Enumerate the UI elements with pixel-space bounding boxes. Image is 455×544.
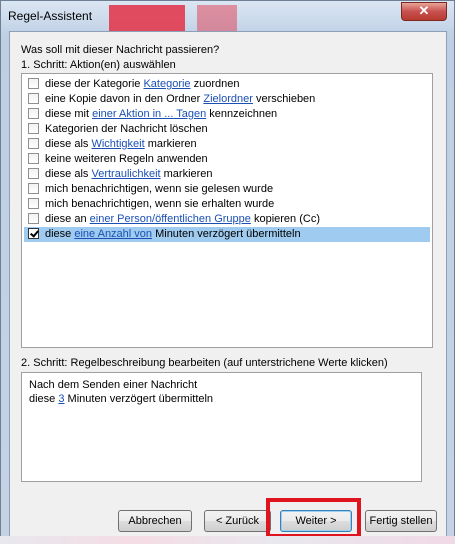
action-label: diese eine Anzahl von Minuten verzögert … — [45, 228, 301, 240]
action-row[interactable]: diese als Wichtigkeit markieren — [24, 137, 430, 152]
action-text: mich benachrichtigen, wenn sie erhalten … — [45, 198, 275, 210]
window-title: Regel-Assistent — [8, 9, 93, 23]
action-checkbox[interactable] — [28, 78, 39, 89]
action-label: mich benachrichtigen, wenn sie gelesen w… — [45, 183, 273, 195]
action-checkbox[interactable] — [28, 123, 39, 134]
action-label: diese als Wichtigkeit markieren — [45, 138, 197, 150]
description-line-1: Nach dem Senden einer Nachricht — [29, 379, 198, 391]
action-checkbox[interactable] — [28, 153, 39, 164]
action-text: markieren — [160, 168, 213, 180]
action-row[interactable]: mich benachrichtigen, wenn sie gelesen w… — [24, 182, 430, 197]
background-window-fragment — [0, 536, 455, 544]
close-icon[interactable]: ✕ — [401, 2, 447, 21]
description-text: Minuten verzögert übermitteln — [64, 393, 214, 405]
action-value-link[interactable]: Zielordner — [203, 93, 253, 105]
action-row[interactable]: diese als Vertraulichkeit markieren — [24, 167, 430, 182]
action-label: eine Kopie davon in den Ordner Zielordne… — [45, 93, 315, 105]
action-row[interactable]: diese eine Anzahl von Minuten verzögert … — [24, 227, 430, 242]
action-text: diese als — [45, 138, 92, 150]
action-text: diese der Kategorie — [45, 78, 144, 90]
action-checkbox[interactable] — [28, 228, 39, 239]
action-text: markieren — [144, 138, 197, 150]
action-text: mich benachrichtigen, wenn sie gelesen w… — [45, 183, 274, 195]
background-window-fragment — [197, 5, 237, 31]
action-text: keine weiteren Regeln anwenden — [45, 153, 208, 165]
action-label: diese mit einer Aktion in ... Tagen kenn… — [45, 108, 277, 120]
action-row[interactable]: diese der Kategorie Kategorie zuordnen — [24, 77, 430, 92]
action-text: zuordnen — [190, 78, 240, 90]
action-label: diese der Kategorie Kategorie zuordnen — [45, 78, 239, 90]
action-checkbox[interactable] — [28, 168, 39, 179]
action-text: Minuten verzögert übermitteln — [152, 228, 301, 240]
action-label: mich benachrichtigen, wenn sie erhalten … — [45, 198, 274, 210]
action-label: Kategorien der Nachricht löschen — [45, 123, 208, 135]
action-text: diese mit — [45, 108, 93, 120]
action-text: Kategorien der Nachricht löschen — [45, 123, 208, 135]
action-value-link[interactable]: einer Person/öffentlichen Gruppe — [90, 213, 251, 225]
description-text: diese — [29, 393, 59, 405]
action-row[interactable]: diese an einer Person/öffentlichen Grupp… — [24, 212, 430, 227]
action-value-link[interactable]: eine Anzahl von — [74, 228, 152, 240]
action-row[interactable]: mich benachrichtigen, wenn sie erhalten … — [24, 197, 430, 212]
rule-description-box[interactable]: Nach dem Senden einer Nachricht diese 3 … — [21, 372, 422, 482]
action-value-link[interactable]: einer Aktion in ... Tagen — [92, 108, 206, 120]
action-checkbox[interactable] — [28, 93, 39, 104]
action-text: eine Kopie davon in den Ordner — [45, 93, 204, 105]
action-value-link[interactable]: Vertraulichkeit — [91, 168, 160, 180]
rules-wizard-window: Regel-Assistent ✕ Was soll mit dieser Na… — [0, 0, 455, 544]
action-checkbox[interactable] — [28, 213, 39, 224]
cancel-button[interactable]: Abbrechen — [118, 510, 192, 532]
action-checkbox[interactable] — [28, 138, 39, 149]
action-checkbox[interactable] — [28, 108, 39, 119]
description-line-2: diese 3 Minuten verzögert übermitteln — [29, 393, 213, 405]
action-row[interactable]: eine Kopie davon in den Ordner Zielordne… — [24, 92, 430, 107]
highlight-annotation-box — [266, 498, 361, 538]
back-button[interactable]: < Zurück — [204, 510, 271, 532]
action-text: diese als — [45, 168, 92, 180]
action-label: keine weiteren Regeln anwenden — [45, 153, 208, 165]
wizard-content: Was soll mit dieser Nachricht passieren?… — [9, 31, 447, 537]
background-window-fragment — [109, 5, 185, 31]
title-bar[interactable]: Regel-Assistent ✕ — [1, 1, 454, 31]
action-text: kennzeichnen — [206, 108, 278, 120]
step2-label: 2. Schritt: Regelbeschreibung bearbeiten… — [21, 357, 388, 369]
step1-label: 1. Schritt: Aktion(en) auswählen — [21, 59, 176, 71]
action-checkbox[interactable] — [28, 183, 39, 194]
action-text: diese an — [45, 213, 90, 225]
action-label: diese als Vertraulichkeit markieren — [45, 168, 213, 180]
action-row[interactable]: keine weiteren Regeln anwenden — [24, 152, 430, 167]
action-text: diese — [45, 228, 75, 240]
action-value-link[interactable]: Kategorie — [143, 78, 190, 90]
action-row[interactable]: diese mit einer Aktion in ... Tagen kenn… — [24, 107, 430, 122]
action-text: verschieben — [252, 93, 316, 105]
action-checkbox[interactable] — [28, 198, 39, 209]
action-row[interactable]: Kategorien der Nachricht löschen — [24, 122, 430, 137]
finish-button[interactable]: Fertig stellen — [365, 510, 437, 532]
action-text: kopieren (Cc) — [250, 213, 320, 225]
actions-listbox[interactable]: diese der Kategorie Kategorie zuordnen ei… — [21, 73, 433, 348]
action-value-link[interactable]: Wichtigkeit — [91, 138, 144, 150]
action-label: diese an einer Person/öffentlichen Grupp… — [45, 213, 320, 225]
prompt-label: Was soll mit dieser Nachricht passieren? — [21, 44, 220, 56]
